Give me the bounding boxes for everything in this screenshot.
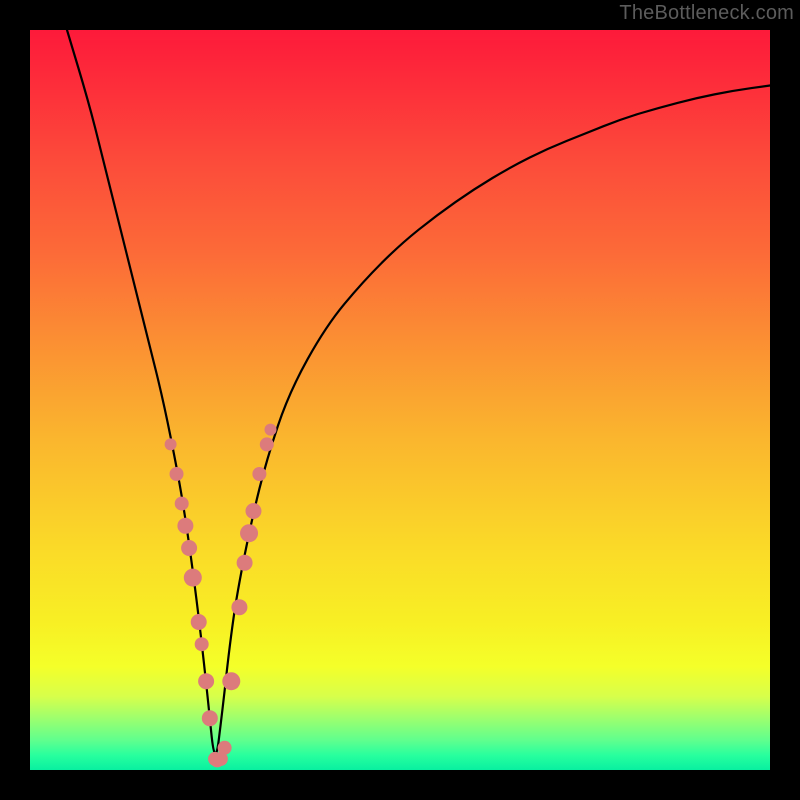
plot-area	[30, 30, 770, 770]
highlight-dot	[181, 540, 197, 556]
highlight-dot	[252, 467, 266, 481]
highlight-dot	[237, 555, 253, 571]
bottleneck-curve	[67, 30, 770, 754]
highlight-dot	[165, 438, 177, 450]
highlight-dot	[170, 467, 184, 481]
highlight-dot	[191, 614, 207, 630]
highlight-dot	[265, 424, 277, 436]
curve-layer	[30, 30, 770, 770]
marker-group	[165, 424, 277, 768]
highlight-dot	[177, 518, 193, 534]
highlight-dot	[260, 437, 274, 451]
highlight-dot	[222, 672, 240, 690]
highlight-dot	[240, 524, 258, 542]
highlight-dot	[195, 637, 209, 651]
highlight-dot	[175, 497, 189, 511]
attribution-text: TheBottleneck.com	[619, 2, 794, 25]
highlight-dot	[245, 503, 261, 519]
highlight-dot	[198, 673, 214, 689]
highlight-dot	[202, 710, 218, 726]
chart-frame: TheBottleneck.com	[0, 0, 800, 800]
highlight-dot	[231, 599, 247, 615]
highlight-dot	[184, 569, 202, 587]
highlight-dot	[218, 741, 232, 755]
